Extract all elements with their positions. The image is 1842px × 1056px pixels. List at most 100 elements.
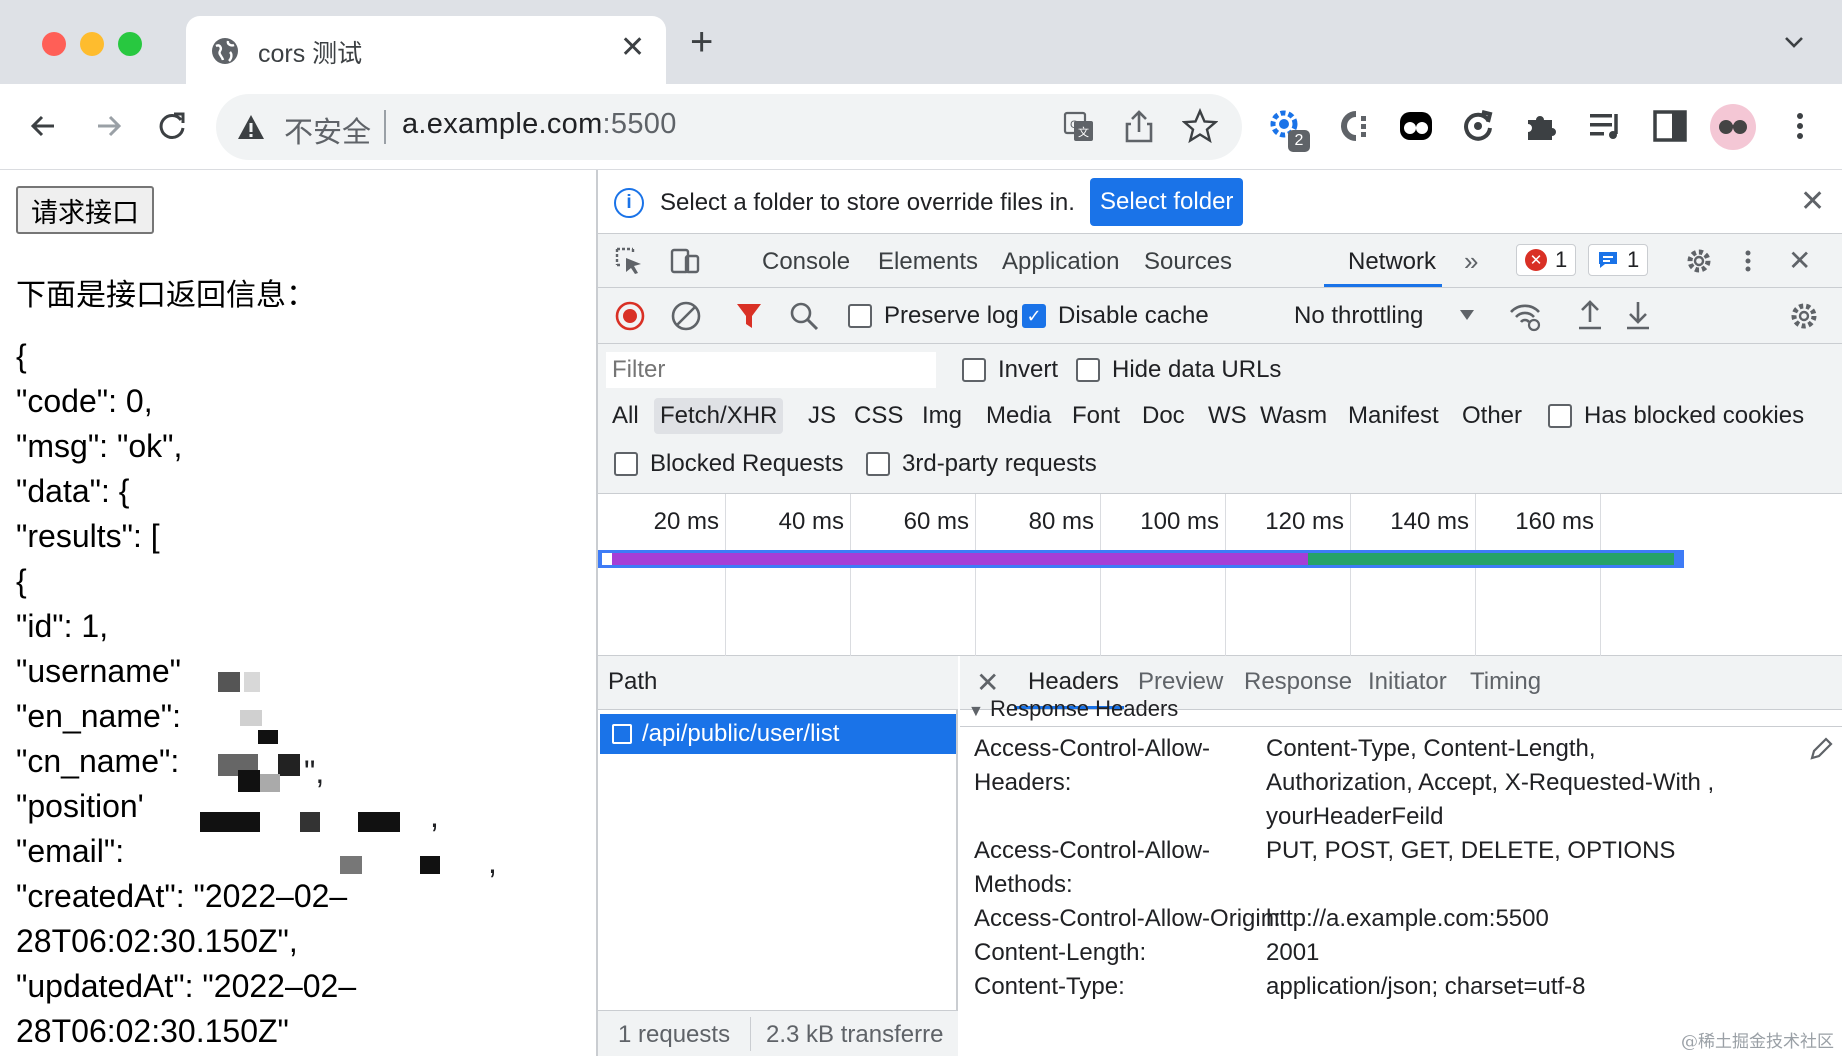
header-value: yourHeaderFeild xyxy=(1266,803,1444,830)
back-icon[interactable] xyxy=(22,104,66,148)
tab-application[interactable]: Application xyxy=(1002,248,1119,276)
tab-timing[interactable]: Timing xyxy=(1470,668,1541,696)
type-filter-js[interactable]: JS xyxy=(802,398,842,434)
url-text[interactable]: a.example.com:5500 xyxy=(402,108,677,141)
tab-response[interactable]: Response xyxy=(1244,668,1352,696)
search-icon[interactable] xyxy=(788,300,820,332)
type-filter-css[interactable]: CSS xyxy=(848,398,909,434)
new-tab-icon[interactable]: + xyxy=(690,22,713,62)
network-overview[interactable]: 20 ms 40 ms 60 ms 80 ms 100 ms 120 ms 140 ms 16… xyxy=(598,494,1842,656)
tab-preview[interactable]: Preview xyxy=(1138,668,1223,696)
close-detail-icon[interactable]: ✕ xyxy=(976,666,999,699)
extension-sync-icon[interactable] xyxy=(1458,106,1498,146)
star-icon[interactable] xyxy=(1182,108,1218,144)
devtools-menu-icon[interactable] xyxy=(1738,246,1758,276)
header-name: Access-Control-Allow- xyxy=(974,837,1211,864)
divider xyxy=(960,726,1842,727)
puzzle-icon[interactable] xyxy=(1522,106,1562,146)
forward-icon[interactable] xyxy=(86,104,130,148)
share-icon[interactable] xyxy=(1122,108,1156,146)
request-button[interactable]: 请求接口 xyxy=(16,186,154,234)
json-suffix: , xyxy=(430,798,439,834)
redaction-block xyxy=(244,672,260,692)
type-filter-manifest[interactable]: Manifest xyxy=(1342,398,1445,434)
import-har-icon[interactable] xyxy=(1576,298,1604,332)
device-toolbar-icon[interactable] xyxy=(668,246,700,276)
network-settings-icon[interactable] xyxy=(1788,300,1820,332)
network-filter-bar: Invert Hide data URLs All Fetch/XHR JS C… xyxy=(598,344,1842,494)
redaction-block xyxy=(260,774,280,792)
tab-network[interactable]: Network xyxy=(1348,248,1436,276)
extension-gear-icon[interactable]: 2 xyxy=(1266,106,1310,152)
inspect-element-icon[interactable] xyxy=(614,246,644,276)
export-har-icon[interactable] xyxy=(1624,298,1652,332)
maximize-window-button[interactable] xyxy=(118,32,142,56)
chevron-down-icon[interactable] xyxy=(1458,308,1476,322)
request-row[interactable]: /api/public/user/list xyxy=(600,714,956,754)
preserve-log-checkbox[interactable] xyxy=(848,304,872,328)
record-icon[interactable] xyxy=(614,300,646,332)
json-suffix: ", xyxy=(304,754,325,790)
close-infobar-icon[interactable]: ✕ xyxy=(1800,184,1825,219)
edit-pencil-icon[interactable] xyxy=(1808,736,1834,762)
type-filter-fetch-xhr[interactable]: Fetch/XHR xyxy=(654,398,784,434)
chevron-down-icon[interactable] xyxy=(1782,30,1806,54)
invert-checkbox[interactable] xyxy=(962,358,986,382)
redaction-block xyxy=(278,754,300,776)
message-badge[interactable]: 1 xyxy=(1588,244,1649,276)
translate-icon[interactable]: G 文 xyxy=(1062,110,1096,144)
type-filter-img[interactable]: Img xyxy=(916,398,968,434)
reload-icon[interactable] xyxy=(150,104,194,148)
network-conditions-icon[interactable] xyxy=(1508,300,1542,332)
separator xyxy=(750,1017,751,1051)
settings-gear-icon[interactable] xyxy=(1684,246,1714,276)
type-filter-ws[interactable]: WS xyxy=(1202,398,1253,434)
filter-input[interactable] xyxy=(606,352,936,388)
close-devtools-icon[interactable]: ✕ xyxy=(1788,244,1811,277)
more-menu-icon[interactable] xyxy=(1780,106,1820,146)
address-bar[interactable]: 不安全 a.example.com:5500 G 文 xyxy=(216,94,1242,160)
tab-sources[interactable]: Sources xyxy=(1144,248,1232,276)
devtools-panel: i Select a folder to store override file… xyxy=(596,170,1842,1056)
type-filter-media[interactable]: Media xyxy=(980,398,1057,434)
more-tabs-icon[interactable]: » xyxy=(1464,246,1478,277)
blocked-requests-checkbox[interactable] xyxy=(614,452,638,476)
type-filter-wasm[interactable]: Wasm xyxy=(1254,398,1333,434)
close-window-button[interactable] xyxy=(42,32,66,56)
has-blocked-cookies-checkbox[interactable] xyxy=(1548,404,1572,428)
tab-headers[interactable]: Headers xyxy=(1028,668,1119,696)
side-panel-icon[interactable] xyxy=(1650,106,1690,146)
timeline-start-marker xyxy=(602,553,612,565)
minimize-window-button[interactable] xyxy=(80,32,104,56)
header-name: Content-Length: xyxy=(974,939,1147,966)
filter-icon[interactable] xyxy=(734,300,764,332)
browser-tab[interactable]: cors 测试 ✕ xyxy=(186,16,666,84)
tab-console[interactable]: Console xyxy=(762,248,850,276)
tab-elements[interactable]: Elements xyxy=(878,248,978,276)
type-filter-other[interactable]: Other xyxy=(1456,398,1528,434)
throttling-select[interactable]: No throttling xyxy=(1294,302,1423,330)
security-label[interactable]: 不安全 xyxy=(284,109,371,151)
error-badge[interactable]: ✕ 1 xyxy=(1516,244,1577,276)
disable-cache-checkbox[interactable]: ✓ xyxy=(1022,304,1046,328)
hide-data-urls-checkbox[interactable] xyxy=(1076,358,1100,382)
avatar[interactable] xyxy=(1710,104,1756,150)
response-headers-section[interactable]: ▼ Response Headers xyxy=(968,696,1178,724)
select-folder-button[interactable]: Select folder xyxy=(1090,178,1244,226)
type-filter-all[interactable]: All xyxy=(606,398,645,434)
third-party-checkbox[interactable] xyxy=(866,452,890,476)
extension-ghost-icon[interactable] xyxy=(1396,106,1436,146)
clear-icon[interactable] xyxy=(670,300,702,332)
warning-icon[interactable] xyxy=(236,112,266,142)
type-filter-doc[interactable]: Doc xyxy=(1136,398,1191,434)
transferred-size: 2.3 kB transferre xyxy=(766,1021,944,1048)
extension-c-icon[interactable] xyxy=(1334,106,1374,146)
type-filter-font[interactable]: Font xyxy=(1066,398,1126,434)
timeline-tick-label: 100 ms xyxy=(1140,508,1219,535)
reading-list-icon[interactable] xyxy=(1586,106,1626,146)
tab-initiator[interactable]: Initiator xyxy=(1368,668,1447,696)
close-tab-icon[interactable]: ✕ xyxy=(620,30,645,65)
infobar-message: Select a folder to store override files … xyxy=(660,189,1075,216)
json-line: { xyxy=(16,338,27,374)
path-column-header[interactable]: Path xyxy=(598,656,958,710)
